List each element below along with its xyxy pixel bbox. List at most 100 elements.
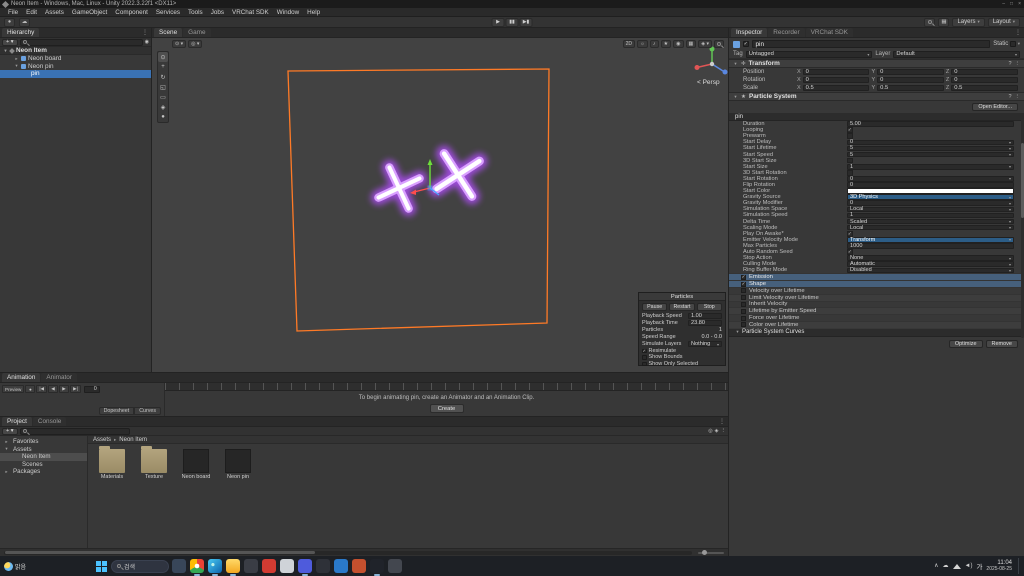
ps-property-control[interactable]: Transform (847, 237, 1014, 243)
rect-tool-button[interactable]: ▭ (158, 92, 168, 102)
asset-item[interactable]: Neon pin (220, 449, 256, 480)
ps-property-control[interactable]: 0 (847, 182, 1014, 188)
menu-item[interactable]: File (4, 8, 22, 17)
move-tool-button[interactable]: + (158, 62, 168, 72)
volume-icon[interactable]: ◄) (965, 563, 973, 569)
ps-property-control[interactable] (847, 188, 1014, 194)
pause-button[interactable]: ▮▮ (505, 17, 519, 27)
layout-dropdown[interactable]: Layout ▾ (987, 17, 1020, 27)
particle-system-component-header[interactable]: ▾ ★ Particle System ? ⋮ (729, 92, 1024, 101)
next-frame-button[interactable]: ▶| (70, 385, 81, 393)
foldout-arrow[interactable]: ▾ (14, 63, 19, 69)
hidden-objects-icon[interactable]: ◉ (673, 40, 684, 48)
foldout-arrow[interactable]: ▸ (14, 56, 19, 62)
taskbar-app-icon[interactable] (352, 559, 366, 573)
scene-visibility-icon[interactable]: ◉ (145, 39, 149, 45)
x-field[interactable]: 0 (802, 68, 870, 76)
breadcrumb-current[interactable]: Neon Item (119, 437, 147, 443)
view-orientation-gizmo[interactable] (694, 46, 728, 75)
inspector-tab[interactable]: Inspector (731, 28, 768, 37)
maximize-button[interactable]: □ (1010, 1, 1013, 7)
project-search-input[interactable] (19, 427, 130, 435)
project-tab[interactable]: Project (2, 417, 32, 426)
menu-item[interactable]: Window (273, 8, 303, 17)
ps-property-control[interactable]: None (847, 255, 1014, 261)
static-dropdown-arrow[interactable]: ▾ (1018, 41, 1020, 47)
transform-tool-button[interactable]: ◈ (158, 102, 168, 112)
ps-module-row[interactable]: Lifetime by Emitter Speed (729, 307, 1024, 314)
horizontal-scrollbar[interactable] (4, 550, 692, 555)
particles-stat-value[interactable]: 0.0 - 0.0 (688, 334, 722, 340)
create-clip-button[interactable]: Create (429, 404, 464, 413)
play-button[interactable]: ▶ (491, 17, 505, 27)
module-checkbox[interactable] (741, 322, 746, 328)
ps-module-row[interactable]: Color over Lifetime (729, 320, 1024, 328)
particles-stat-value[interactable]: Nothing (688, 341, 722, 347)
hierarchy-item[interactable]: ▸ Neon board (0, 55, 151, 63)
tray-chevron-icon[interactable]: ∧ (934, 563, 938, 569)
cloud-icon[interactable]: ☁ (943, 563, 949, 569)
transform-component-header[interactable]: ▾ ✛ Transform ? ⋮ (729, 59, 1024, 68)
ps-property-control[interactable]: 1 (847, 212, 1014, 218)
persp-label[interactable]: < Persp (697, 79, 720, 86)
taskbar-app-icon[interactable] (370, 559, 384, 576)
ps-property-control[interactable] (847, 157, 853, 164)
lighting-toggle-icon[interactable]: ☼ (637, 40, 648, 48)
particles-stat-value[interactable]: 1.00 (688, 313, 722, 319)
module-checkbox[interactable] (741, 315, 746, 321)
prev-frame-button[interactable]: ◀ (48, 385, 59, 393)
project-tree-item[interactable]: Neon Item (0, 453, 87, 461)
curves-button[interactable]: Curves (134, 407, 161, 415)
timeline-ruler[interactable] (165, 383, 728, 391)
taskbar-app-icon[interactable] (388, 559, 402, 573)
ps-module-row[interactable]: Velocity over Lifetime (729, 286, 1024, 294)
asset-item[interactable]: Texture (136, 446, 172, 480)
menu-item[interactable]: Component (111, 8, 152, 17)
tool-handle-rotation-dropdown[interactable]: ◎ ▾ (188, 40, 203, 48)
project-tree-item[interactable]: ▸ Packages (0, 468, 87, 476)
menu-item[interactable]: Jobs (207, 8, 228, 17)
animation-tab[interactable]: Animator (41, 373, 77, 382)
taskbar-app-icon[interactable] (280, 559, 294, 573)
ps-module-row[interactable]: Inherit Velocity (729, 300, 1024, 307)
step-button[interactable]: ▶▮ (519, 17, 533, 27)
ps-property-control[interactable] (847, 249, 853, 255)
ps-property-control[interactable]: Scaled (847, 219, 1014, 225)
module-checkbox[interactable] (741, 281, 746, 287)
ps-property-control[interactable]: 5 (847, 152, 1014, 158)
menu-item[interactable]: GameObject (68, 8, 111, 17)
taskbar-search[interactable]: 검색 (111, 559, 169, 573)
menu-icon[interactable]: ⋮ (721, 428, 727, 434)
component-menu-icon[interactable]: ⋮ (1015, 94, 1021, 100)
weather-widget[interactable]: 맑음 (4, 561, 92, 571)
ps-property-control[interactable] (847, 127, 853, 133)
ps-module-row[interactable]: Force over Lifetime (729, 314, 1024, 321)
scene-canvas[interactable]: < Persp ⊙ ▾ ◎ ▾ 2D ☼ ♪ ★ ◉ ▦ ◈ ▾ ⊙ + ↻ ◱ (152, 38, 728, 372)
particles-checkbox-row[interactable]: Show Only Selected (639, 361, 725, 368)
menu-item[interactable]: Tools (184, 8, 207, 17)
scale-tool-button[interactable]: ◱ (158, 82, 168, 92)
inspector-tab[interactable]: Recorder (768, 28, 805, 37)
scene-header-row[interactable]: ▾ Neon Item (0, 47, 151, 55)
breadcrumb-root[interactable]: Assets (93, 437, 111, 443)
x-field[interactable]: 0.5 (802, 84, 870, 92)
y-field[interactable]: 0 (877, 68, 944, 76)
search-icon[interactable] (924, 17, 936, 27)
audio-toggle-icon[interactable]: ♪ (649, 40, 659, 48)
tab-hierarchy[interactable]: Hierarchy (2, 28, 40, 37)
panel-menu-icon[interactable]: ⋮ (142, 29, 148, 36)
rotate-tool-button[interactable]: ↻ (158, 72, 168, 82)
x-field[interactable]: 0 (802, 76, 870, 84)
ps-property-control[interactable]: 1000 (847, 243, 1014, 249)
grid-toggle-icon[interactable]: ▦ (685, 40, 697, 48)
ps-property-control[interactable]: 5 (847, 145, 1014, 151)
ps-property-control[interactable] (847, 133, 853, 140)
layer-visibility-icon[interactable]: ▦ (938, 17, 950, 27)
hierarchy-item[interactable]: ▾ Neon pin (0, 63, 151, 71)
module-checkbox[interactable] (741, 295, 746, 301)
open-editor-button[interactable]: Open Editor... (972, 103, 1018, 111)
start-button[interactable] (95, 560, 108, 573)
preview-toggle[interactable]: Preview (2, 385, 25, 393)
taskbar-app-icon[interactable] (262, 559, 276, 573)
checkbox[interactable] (642, 361, 647, 366)
